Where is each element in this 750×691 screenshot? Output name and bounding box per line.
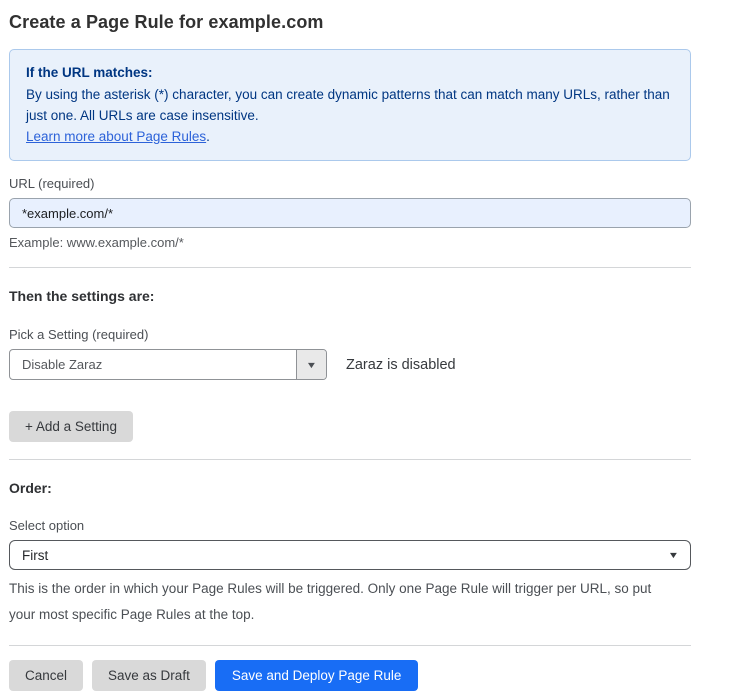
order-help-text: This is the order in which your Page Rul… — [9, 576, 681, 628]
cancel-button[interactable]: Cancel — [9, 660, 83, 691]
chevron-down-icon: ▼ — [668, 550, 680, 560]
settings-section-heading: Then the settings are: — [9, 288, 691, 304]
save-as-draft-button[interactable]: Save as Draft — [92, 660, 206, 691]
setting-picker-label: Pick a Setting (required) — [9, 327, 691, 342]
setting-dropdown-value: Disable Zaraz — [10, 350, 296, 379]
divider — [9, 645, 691, 646]
divider — [9, 459, 691, 460]
add-setting-button[interactable]: + Add a Setting — [9, 411, 133, 442]
url-match-info-box: If the URL matches: By using the asteris… — [9, 49, 691, 161]
page-title: Create a Page Rule for example.com — [9, 12, 691, 33]
url-field-label: URL (required) — [9, 176, 691, 191]
page-rule-form: Create a Page Rule for example.com If th… — [0, 0, 750, 670]
order-select[interactable]: First ▼ — [9, 540, 691, 570]
info-link-row: Learn more about Page Rules. — [26, 126, 674, 147]
setting-row: Disable Zaraz ▼ Zaraz is disabled — [9, 349, 691, 380]
divider — [9, 267, 691, 268]
order-select-value: First — [22, 548, 48, 563]
setting-dropdown[interactable]: Disable Zaraz ▼ — [9, 349, 327, 380]
info-box-body: By using the asterisk (*) character, you… — [26, 84, 674, 126]
learn-more-link[interactable]: Learn more about Page Rules — [26, 129, 206, 144]
order-select-label: Select option — [9, 518, 691, 533]
link-period: . — [206, 129, 210, 144]
order-section-heading: Order: — [9, 480, 691, 496]
setting-dropdown-arrow-button[interactable]: ▼ — [296, 350, 326, 379]
url-example-text: Example: www.example.com/* — [9, 235, 691, 250]
save-and-deploy-button[interactable]: Save and Deploy Page Rule — [215, 660, 419, 691]
footer-actions: Cancel Save as Draft Save and Deploy Pag… — [9, 660, 691, 691]
setting-status-text: Zaraz is disabled — [346, 357, 456, 373]
url-input[interactable] — [9, 198, 691, 228]
info-box-heading: If the URL matches: — [26, 62, 674, 83]
chevron-down-icon: ▼ — [306, 360, 318, 370]
